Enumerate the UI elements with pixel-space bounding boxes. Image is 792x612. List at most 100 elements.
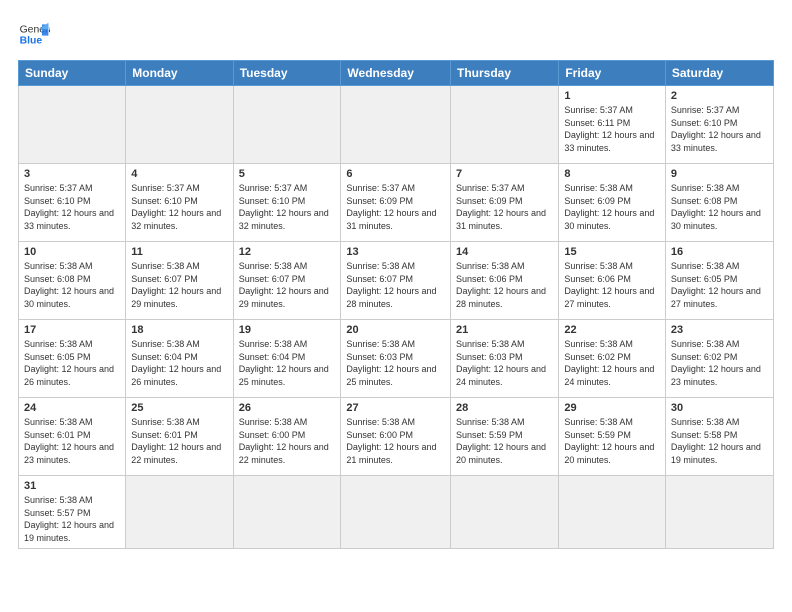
day-number: 31 [24,480,120,492]
calendar-week-row: 3 Sunrise: 5:37 AM Sunset: 6:10 PM Daylig… [19,164,774,242]
calendar-cell: 25 Sunrise: 5:38 AM Sunset: 6:01 PM Dayli… [126,398,233,476]
day-number: 1 [564,90,660,102]
day-number: 19 [239,324,336,336]
day-info: Sunrise: 5:38 AM Sunset: 6:03 PM Dayligh… [456,338,553,388]
calendar-cell: 16 Sunrise: 5:38 AM Sunset: 6:05 PM Dayli… [665,242,773,320]
day-info: Sunrise: 5:38 AM Sunset: 5:59 PM Dayligh… [456,416,553,466]
day-number: 14 [456,246,553,258]
calendar-cell: 3 Sunrise: 5:37 AM Sunset: 6:10 PM Daylig… [19,164,126,242]
calendar-cell [451,86,559,164]
day-number: 28 [456,402,553,414]
day-number: 24 [24,402,120,414]
calendar-cell: 1 Sunrise: 5:37 AM Sunset: 6:11 PM Daylig… [559,86,666,164]
calendar-cell: 31 Sunrise: 5:38 AM Sunset: 5:57 PM Dayli… [19,476,126,549]
day-info: Sunrise: 5:38 AM Sunset: 6:08 PM Dayligh… [671,182,768,232]
calendar-cell: 12 Sunrise: 5:38 AM Sunset: 6:07 PM Dayli… [233,242,341,320]
calendar-cell: 5 Sunrise: 5:37 AM Sunset: 6:10 PM Daylig… [233,164,341,242]
day-info: Sunrise: 5:38 AM Sunset: 5:57 PM Dayligh… [24,494,120,544]
svg-text:Blue: Blue [20,36,43,47]
weekday-header-sunday: Sunday [19,61,126,86]
calendar-cell [233,476,341,549]
day-info: Sunrise: 5:37 AM Sunset: 6:09 PM Dayligh… [346,182,445,232]
day-number: 7 [456,168,553,180]
day-number: 27 [346,402,445,414]
calendar-cell: 24 Sunrise: 5:38 AM Sunset: 6:01 PM Dayli… [19,398,126,476]
day-info: Sunrise: 5:38 AM Sunset: 6:01 PM Dayligh… [24,416,120,466]
day-info: Sunrise: 5:38 AM Sunset: 6:07 PM Dayligh… [346,260,445,310]
calendar-cell: 9 Sunrise: 5:38 AM Sunset: 6:08 PM Daylig… [665,164,773,242]
weekday-header-thursday: Thursday [451,61,559,86]
weekday-header-saturday: Saturday [665,61,773,86]
calendar-cell: 30 Sunrise: 5:38 AM Sunset: 5:58 PM Dayli… [665,398,773,476]
calendar-cell: 21 Sunrise: 5:38 AM Sunset: 6:03 PM Dayli… [451,320,559,398]
calendar-cell: 26Sunrise: 5:38 AM Sunset: 6:00 PM Dayli… [233,398,341,476]
calendar-table: SundayMondayTuesdayWednesdayThursdayFrid… [18,60,774,549]
weekday-header-friday: Friday [559,61,666,86]
day-info: Sunrise: 5:38 AM Sunset: 6:08 PM Dayligh… [24,260,120,310]
day-info: Sunrise: 5:38 AM Sunset: 6:01 PM Dayligh… [131,416,227,466]
calendar-cell: 14Sunrise: 5:38 AM Sunset: 6:06 PM Dayli… [451,242,559,320]
day-info: Sunrise: 5:37 AM Sunset: 6:09 PM Dayligh… [456,182,553,232]
day-info: Sunrise: 5:38 AM Sunset: 5:59 PM Dayligh… [564,416,660,466]
day-number: 16 [671,246,768,258]
day-number: 5 [239,168,336,180]
calendar-cell [341,476,451,549]
day-info: Sunrise: 5:38 AM Sunset: 6:00 PM Dayligh… [239,416,336,466]
calendar-cell [233,86,341,164]
day-number: 20 [346,324,445,336]
day-number: 30 [671,402,768,414]
day-number: 12 [239,246,336,258]
calendar-cell: 8Sunrise: 5:38 AM Sunset: 6:09 PM Daylig… [559,164,666,242]
generalblue-logo-icon: General Blue [18,18,50,50]
day-info: Sunrise: 5:37 AM Sunset: 6:10 PM Dayligh… [239,182,336,232]
day-number: 21 [456,324,553,336]
day-number: 17 [24,324,120,336]
day-number: 15 [564,246,660,258]
day-number: 10 [24,246,120,258]
calendar-cell: 22Sunrise: 5:38 AM Sunset: 6:02 PM Dayli… [559,320,666,398]
calendar-cell: 23 Sunrise: 5:38 AM Sunset: 6:02 PM Dayli… [665,320,773,398]
day-number: 3 [24,168,120,180]
calendar-cell: 11Sunrise: 5:38 AM Sunset: 6:07 PM Dayli… [126,242,233,320]
calendar-cell: 19 Sunrise: 5:38 AM Sunset: 6:04 PM Dayli… [233,320,341,398]
day-info: Sunrise: 5:38 AM Sunset: 6:03 PM Dayligh… [346,338,445,388]
day-info: Sunrise: 5:38 AM Sunset: 6:02 PM Dayligh… [671,338,768,388]
day-number: 22 [564,324,660,336]
day-info: Sunrise: 5:38 AM Sunset: 6:05 PM Dayligh… [671,260,768,310]
logo: General Blue [18,18,50,50]
calendar-cell [126,476,233,549]
day-info: Sunrise: 5:38 AM Sunset: 6:00 PM Dayligh… [346,416,445,466]
day-number: 23 [671,324,768,336]
day-info: Sunrise: 5:38 AM Sunset: 6:07 PM Dayligh… [239,260,336,310]
calendar-cell [665,476,773,549]
calendar-cell: 7 Sunrise: 5:37 AM Sunset: 6:09 PM Daylig… [451,164,559,242]
day-info: Sunrise: 5:38 AM Sunset: 6:09 PM Dayligh… [564,182,660,232]
day-info: Sunrise: 5:38 AM Sunset: 6:05 PM Dayligh… [24,338,120,388]
day-number: 18 [131,324,227,336]
calendar-week-row: 24 Sunrise: 5:38 AM Sunset: 6:01 PM Dayli… [19,398,774,476]
page: General Blue SundayMondayTuesdayWednesda… [0,0,792,612]
calendar-cell [451,476,559,549]
weekday-header-monday: Monday [126,61,233,86]
calendar-week-row: 31 Sunrise: 5:38 AM Sunset: 5:57 PM Dayli… [19,476,774,549]
day-info: Sunrise: 5:37 AM Sunset: 6:10 PM Dayligh… [671,104,768,154]
calendar-cell: 4Sunrise: 5:37 AM Sunset: 6:10 PM Daylig… [126,164,233,242]
day-number: 2 [671,90,768,102]
calendar-cell [341,86,451,164]
weekday-header-row: SundayMondayTuesdayWednesdayThursdayFrid… [19,61,774,86]
day-number: 25 [131,402,227,414]
day-info: Sunrise: 5:37 AM Sunset: 6:10 PM Dayligh… [131,182,227,232]
calendar-week-row: 10 Sunrise: 5:38 AM Sunset: 6:08 PM Dayli… [19,242,774,320]
calendar-week-row: 17 Sunrise: 5:38 AM Sunset: 6:05 PM Dayli… [19,320,774,398]
day-number: 13 [346,246,445,258]
calendar-week-row: 1 Sunrise: 5:37 AM Sunset: 6:11 PM Daylig… [19,86,774,164]
day-number: 9 [671,168,768,180]
weekday-header-wednesday: Wednesday [341,61,451,86]
calendar-cell [559,476,666,549]
day-info: Sunrise: 5:38 AM Sunset: 5:58 PM Dayligh… [671,416,768,466]
calendar-cell: 18 Sunrise: 5:38 AM Sunset: 6:04 PM Dayli… [126,320,233,398]
day-info: Sunrise: 5:37 AM Sunset: 6:10 PM Dayligh… [24,182,120,232]
day-info: Sunrise: 5:37 AM Sunset: 6:11 PM Dayligh… [564,104,660,154]
day-info: Sunrise: 5:38 AM Sunset: 6:04 PM Dayligh… [131,338,227,388]
day-info: Sunrise: 5:38 AM Sunset: 6:04 PM Dayligh… [239,338,336,388]
